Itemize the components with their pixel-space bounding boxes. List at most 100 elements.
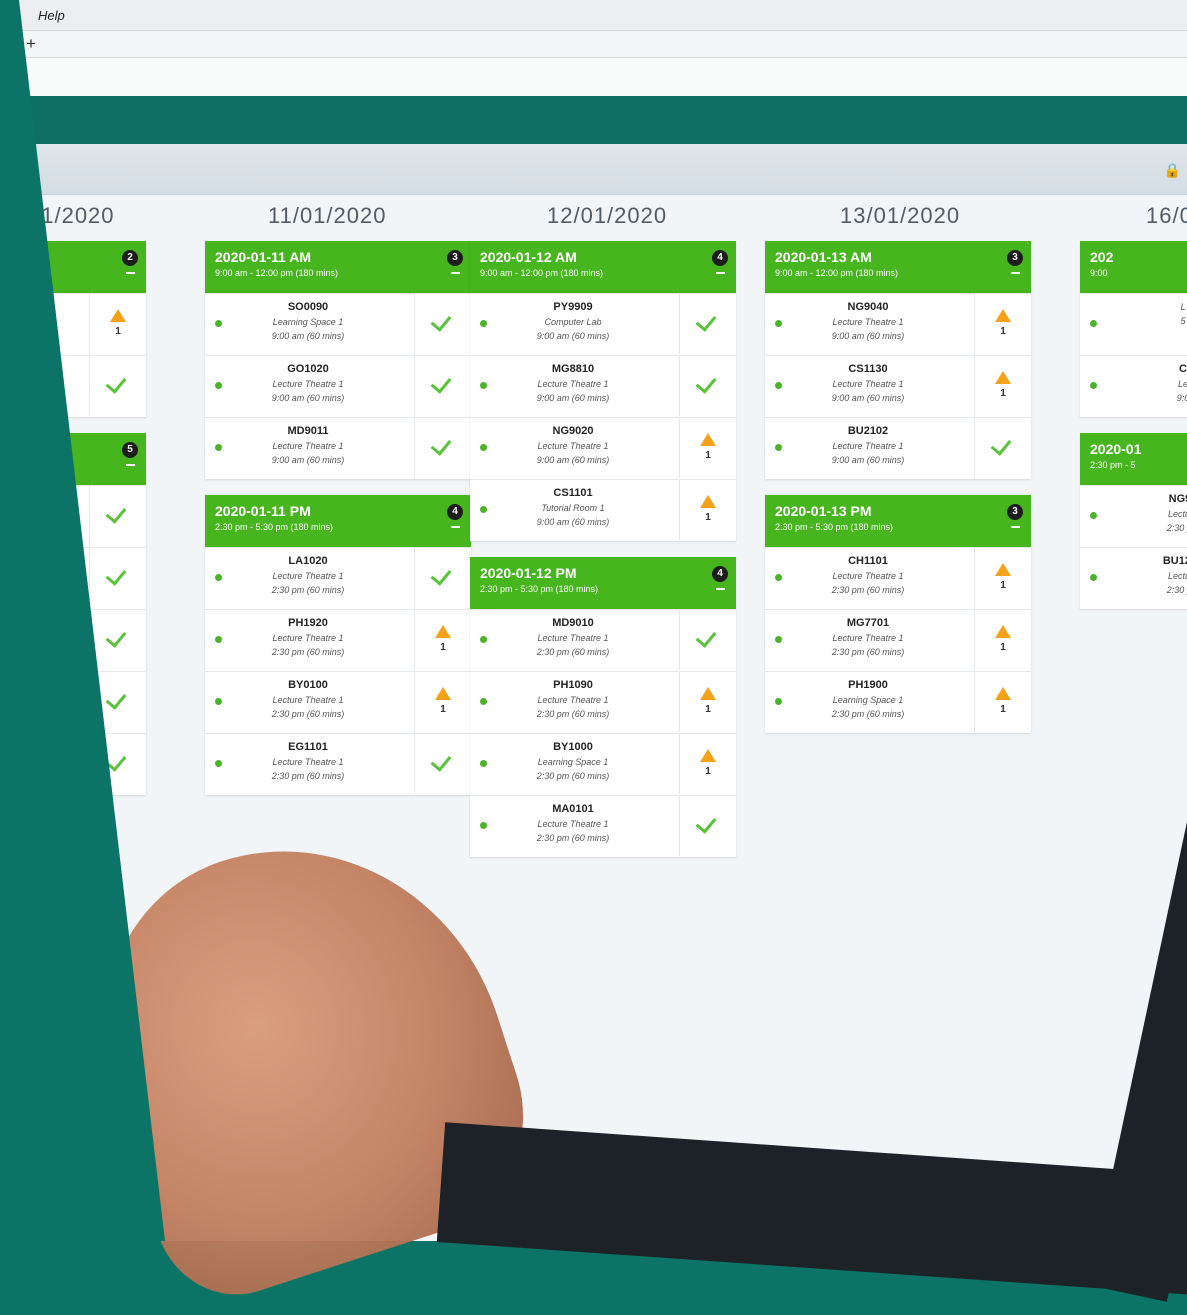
exam-code: NG9020 [552, 425, 594, 437]
warning-count: 1 [1000, 580, 1006, 591]
exam-row[interactable]: LA1020 Lecture Theatre 1 2:30 pm (60 min… [205, 547, 471, 609]
session-header[interactable]: 2020-01-13 AM 9:00 am - 12:00 pm (180 mi… [765, 241, 1031, 293]
exam-row[interactable]: CS1101 Tutorial Room 1 9:00 am (60 mins)… [470, 479, 736, 541]
collapse-icon[interactable] [126, 464, 135, 466]
column-date: 16/0 [1146, 203, 1187, 228]
status-cell[interactable]: 1 [679, 480, 736, 540]
status-cell [414, 548, 471, 608]
exam-row[interactable]: SO0090 Learning Space 1 9:00 am (60 mins… [205, 293, 471, 355]
session-header[interactable]: 202 9:00 [1080, 241, 1187, 293]
check-icon [430, 372, 452, 394]
status-cell[interactable]: 1 [89, 294, 146, 354]
exam-row[interactable]: GO1020 Lecture Theatre 1 9:00 am (60 min… [205, 355, 471, 417]
status-cell[interactable]: 1 [679, 418, 736, 478]
warning-icon [435, 625, 451, 638]
session-time: 9:00 [1090, 268, 1108, 278]
exam-time: 2:30 pm [1166, 585, 1187, 595]
exam-row[interactable]: MA0101 Lecture Theatre 1 2:30 pm (60 min… [470, 795, 736, 857]
session-header[interactable]: 2020-01-12 AM 9:00 am - 12:00 pm (180 mi… [470, 241, 736, 293]
session-title: 202 [1090, 249, 1114, 265]
exam-row[interactable]: L 5 [1080, 293, 1187, 355]
exam-code: MA0101 [552, 803, 594, 815]
exam-row[interactable]: BY1000 Learning Space 1 2:30 pm (60 mins… [470, 733, 736, 795]
collapse-icon[interactable] [716, 588, 725, 590]
exam-row[interactable]: PH1090 Lecture Theatre 1 2:30 pm (60 min… [470, 671, 736, 733]
collapse-icon[interactable] [1011, 526, 1020, 528]
status-cell[interactable]: 1 [974, 548, 1031, 608]
session-header[interactable]: 2020-01-13 PM 2:30 pm - 5:30 pm (180 min… [765, 495, 1031, 547]
exam-row[interactable]: C Le 9:0 [1080, 355, 1187, 417]
status-cell[interactable]: 1 [679, 734, 736, 794]
status-dot [215, 574, 222, 581]
menu-help[interactable]: Help [38, 8, 65, 23]
status-dot [215, 760, 222, 767]
exam-row[interactable]: CS1130 Lecture Theatre 1 9:00 am (60 min… [765, 355, 1031, 417]
exam-code: PY9909 [553, 301, 593, 313]
exam-time: 2:30 pm (60 mins) [536, 709, 610, 719]
status-cell[interactable]: 1 [974, 294, 1031, 354]
status-cell[interactable]: 1 [974, 356, 1031, 416]
status-cell[interactable]: 1 [679, 672, 736, 732]
warning-count: 1 [440, 704, 446, 715]
address-bar[interactable] [0, 58, 1187, 97]
new-tab-button[interactable]: + [26, 34, 36, 54]
collapse-icon[interactable] [451, 526, 460, 528]
exam-row[interactable]: BU1202 Lecture 2:30 pm [1080, 547, 1187, 609]
exam-row[interactable]: MD9011 Lecture Theatre 1 9:00 am (60 min… [205, 417, 471, 479]
exam-row[interactable]: MG7701 Lecture Theatre 1 2:30 pm (60 min… [765, 609, 1031, 671]
exam-time: 2:30 pm (60 mins) [536, 647, 610, 657]
exam-row[interactable]: BY0100 Lecture Theatre 1 2:30 pm (60 min… [205, 671, 471, 733]
collapse-icon[interactable] [716, 272, 725, 274]
warning-count: 1 [705, 766, 711, 777]
exam-room: Lecture Theatre 1 [272, 695, 344, 705]
exam-room: Learning Space 1 [272, 317, 344, 327]
warning-count: 1 [1000, 326, 1006, 337]
status-cell [414, 356, 471, 416]
exam-details: MD9011 Lecture Theatre 1 9:00 am (60 min… [233, 424, 383, 467]
exam-details: PH1920 Lecture Theatre 1 2:30 pm (60 min… [233, 616, 383, 659]
lock-icon[interactable]: 🔒 [1164, 162, 1181, 179]
status-dot [215, 320, 222, 327]
session-header[interactable]: 2020-01 2:30 pm - 5 [1080, 433, 1187, 485]
session-card: 2020-01-13 PM 2:30 pm - 5:30 pm (180 min… [765, 495, 1031, 733]
session-header[interactable]: 2020-01-11 PM 2:30 pm - 5:30 pm (180 min… [205, 495, 471, 547]
exam-row[interactable]: PH1900 Learning Space 1 2:30 pm (60 mins… [765, 671, 1031, 733]
collapse-icon[interactable] [451, 272, 460, 274]
warning-count: 1 [115, 326, 121, 337]
exam-time: 9:00 am (60 mins) [536, 517, 610, 527]
exam-details: MG8810 Lecture Theatre 1 9:00 am (60 min… [498, 362, 648, 405]
session-header[interactable]: 2020-01-11 AM 9:00 am - 12:00 pm (180 mi… [205, 241, 471, 293]
session-title: 2020-01-13 AM [775, 249, 872, 265]
exam-details: NG90 Lecture 2:30 pm [1108, 492, 1187, 535]
exam-row[interactable]: NG9020 Lecture Theatre 1 9:00 am (60 min… [470, 417, 736, 479]
exam-row[interactable]: MD9010 Lecture Theatre 1 2:30 pm (60 min… [470, 609, 736, 671]
exam-row[interactable]: CH1101 Lecture Theatre 1 2:30 pm (60 min… [765, 547, 1031, 609]
exam-time: 2:30 pm (60 mins) [271, 647, 345, 657]
warning-icon [700, 687, 716, 700]
status-cell [89, 548, 146, 608]
exam-time: 2:30 pm (60 mins) [536, 771, 610, 781]
collapse-icon[interactable] [126, 272, 135, 274]
session-time: 2:30 pm - 5:30 pm (180 mins) [775, 522, 894, 532]
status-cell[interactable]: 1 [414, 672, 471, 732]
collapse-icon[interactable] [1011, 272, 1020, 274]
status-cell[interactable]: 1 [414, 610, 471, 670]
session-count-badge: 5 [122, 442, 138, 458]
exam-row[interactable]: PH1920 Lecture Theatre 1 2:30 pm (60 min… [205, 609, 471, 671]
exam-room: Lecture Theatre 1 [832, 441, 904, 451]
status-cell[interactable]: 1 [974, 672, 1031, 732]
exam-time: 9:00 am (60 mins) [271, 393, 345, 403]
exam-row[interactable]: MG8810 Lecture Theatre 1 9:00 am (60 min… [470, 355, 736, 417]
exam-row[interactable]: NG90 Lecture 2:30 pm [1080, 485, 1187, 547]
session-header[interactable]: 2020-01-12 PM 2:30 pm - 5:30 pm (180 min… [470, 557, 736, 609]
exam-row[interactable]: BU2102 Lecture Theatre 1 9:00 am (60 min… [765, 417, 1031, 479]
warning-icon [995, 687, 1011, 700]
exam-room: Le [1177, 379, 1187, 389]
exam-row[interactable]: NG9040 Lecture Theatre 1 9:00 am (60 min… [765, 293, 1031, 355]
exam-details: GO1020 Lecture Theatre 1 9:00 am (60 min… [233, 362, 383, 405]
exam-row[interactable]: PY9909 Computer Lab 9:00 am (60 mins) [470, 293, 736, 355]
exam-row[interactable]: EG1101 Lecture Theatre 1 2:30 pm (60 min… [205, 733, 471, 795]
exam-time: 9:00 am (60 mins) [536, 455, 610, 465]
exam-details: L 5 [1108, 300, 1187, 328]
status-cell[interactable]: 1 [974, 610, 1031, 670]
